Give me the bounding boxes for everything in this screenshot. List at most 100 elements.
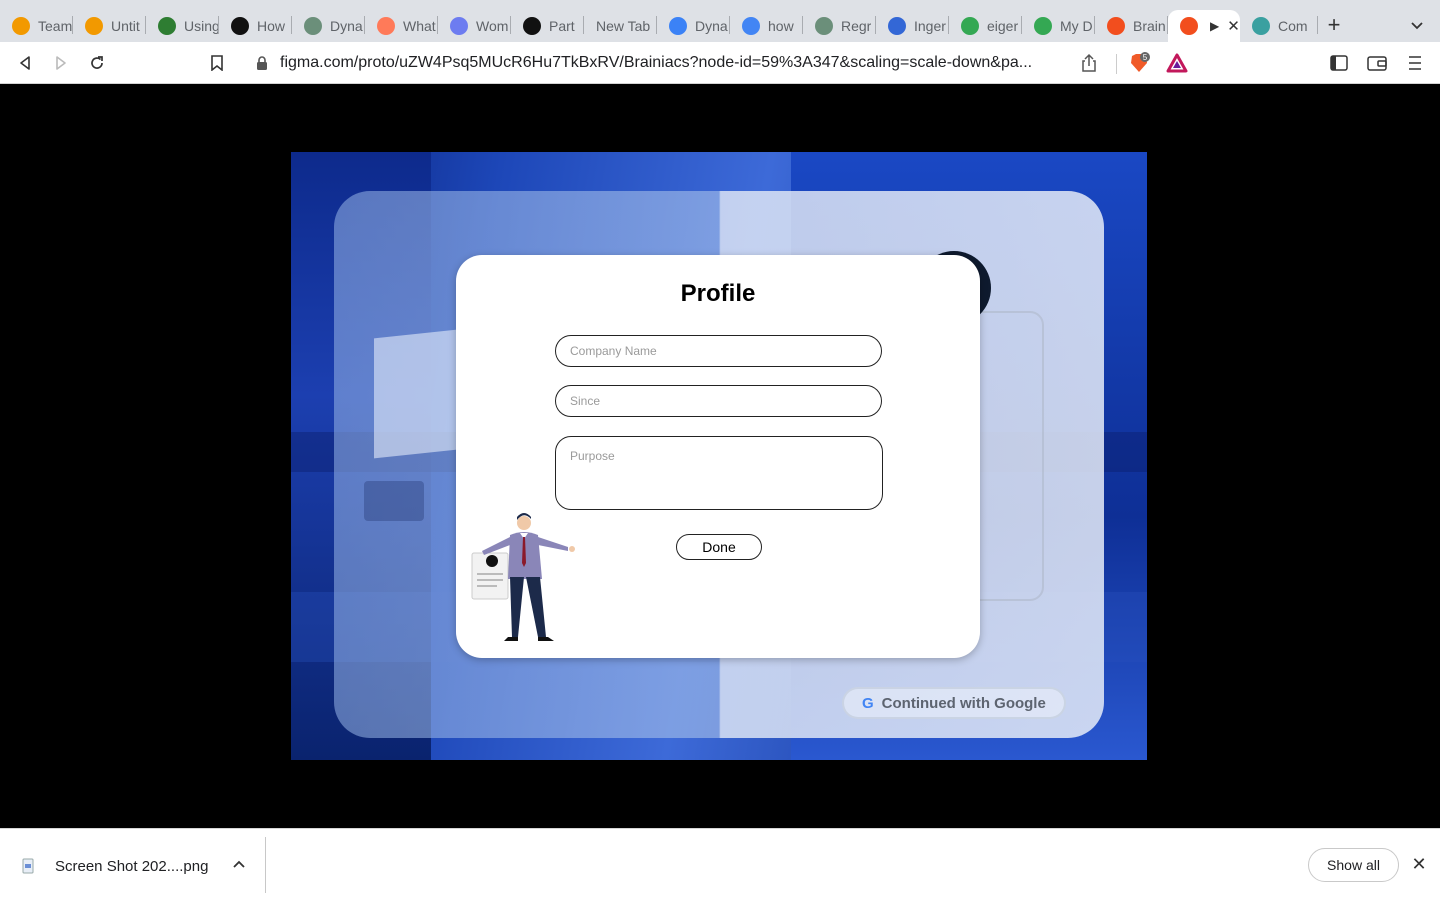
browser-tab[interactable]: Wom: [438, 10, 511, 42]
sidebar-toggle-button[interactable]: [1326, 50, 1352, 76]
wallet-button[interactable]: [1364, 50, 1390, 76]
tab-title: Brain: [1133, 18, 1166, 34]
browser-tab[interactable]: Dyna: [292, 10, 365, 42]
chevron-down-icon: [1411, 22, 1423, 30]
reload-icon: [91, 56, 103, 69]
tab-title: Regr: [841, 18, 872, 34]
since-input[interactable]: [555, 385, 882, 417]
back-icon: [20, 56, 30, 70]
tab-strip: Team Untit Using How Dyna What Wom Part New Tab D…: [0, 0, 1440, 42]
browser-tab[interactable]: New Tab: [584, 10, 657, 42]
play-icon: ▶: [1210, 19, 1220, 33]
brave-rewards-button[interactable]: [1164, 50, 1190, 76]
lock-icon: [257, 56, 267, 70]
show-all-button[interactable]: Show all: [1308, 848, 1399, 882]
page-title: Profile: [680, 280, 756, 307]
tab-title: What: [403, 18, 436, 34]
download-shelf: Screen Shot 202....png Show all ✕: [0, 828, 1440, 900]
play-circle-icon: [231, 17, 249, 35]
google-icon: G: [862, 694, 874, 712]
address-bar[interactable]: figma.com/proto/uZW4Psq5MUcR6Hu7TkBxRV/B…: [242, 48, 1242, 78]
brave-badge: 5: [1143, 53, 1148, 62]
browser-tab[interactable]: Com: [1240, 10, 1318, 42]
tab-title: My D: [1060, 18, 1093, 34]
tab-title: Using: [184, 18, 219, 34]
figma-icon: [1107, 17, 1125, 35]
brave-shields-button[interactable]: 5: [1126, 50, 1152, 76]
purpose-input[interactable]: [555, 436, 883, 510]
close-tab-icon[interactable]: ✕: [1227, 17, 1240, 35]
browser-tab[interactable]: Untit: [73, 10, 146, 42]
prototype-frame: B G Continued with Google Profile Done: [291, 152, 1147, 760]
done-button[interactable]: Done: [676, 534, 762, 560]
browser-tab[interactable]: What: [365, 10, 438, 42]
continue-with-google-button[interactable]: G Continued with Google: [842, 687, 1066, 719]
google-icon: [742, 17, 760, 35]
tab-title: Dyna: [330, 18, 363, 34]
tab-search-button[interactable]: [1404, 14, 1430, 38]
browser-tab[interactable]: Using: [146, 10, 219, 42]
tab-title: Wom: [476, 18, 509, 34]
ghost-icon: [450, 17, 468, 35]
infinity-icon: [12, 17, 30, 35]
sidebar-icon: [1330, 55, 1348, 71]
back-button[interactable]: [12, 50, 38, 76]
page-viewport: B G Continued with Google Profile Done: [0, 85, 1440, 828]
openai-icon: [304, 17, 322, 35]
bars-icon: [523, 17, 541, 35]
forward-button[interactable]: [48, 50, 74, 76]
browser-tab[interactable]: Brain: [1095, 10, 1168, 42]
figma-icon: [1180, 17, 1198, 35]
download-item[interactable]: Screen Shot 202....png: [20, 847, 266, 885]
tab-title: New Tab: [596, 18, 651, 34]
browser-tab[interactable]: Part: [511, 10, 584, 42]
hamburger-menu-icon: [1409, 56, 1421, 70]
browser-tab[interactable]: Inger: [876, 10, 949, 42]
infinity-icon: [85, 17, 103, 35]
url-text: figma.com/proto/uZW4Psq5MUcR6Hu7TkBxRV/B…: [280, 54, 1033, 71]
businessman-illustration: [471, 513, 575, 641]
chevron-up-icon[interactable]: [232, 857, 246, 871]
brave-lion-icon: 5: [1131, 52, 1150, 72]
tab-title: how: [768, 18, 794, 34]
link-icon: [158, 17, 176, 35]
profile-card: Profile Done: [456, 255, 980, 658]
browser-tab[interactable]: How: [219, 10, 292, 42]
background-texture: [364, 481, 424, 521]
browser-tab[interactable]: eiger: [949, 10, 1022, 42]
tab-title: Dyna: [695, 18, 728, 34]
download-file-name: Screen Shot 202....png: [55, 857, 209, 875]
share-icon[interactable]: [1080, 53, 1098, 73]
browser-tab[interactable]: how: [730, 10, 803, 42]
rewards-triangle-icon: [1166, 53, 1188, 73]
hubspot-icon: [377, 17, 395, 35]
close-icon[interactable]: ✕: [1409, 854, 1429, 874]
wallet-icon: [1367, 56, 1387, 71]
drive-icon: [961, 17, 979, 35]
browser-tab[interactable]: Team: [0, 10, 73, 42]
tab-title: eiger: [987, 18, 1019, 34]
company-name-input[interactable]: [555, 335, 882, 367]
browser-tab[interactable]: Dyna: [657, 10, 730, 42]
new-tab-button[interactable]: +: [1321, 12, 1347, 38]
image-file-icon: [22, 858, 34, 874]
doc-icon: [888, 17, 906, 35]
toolbar-divider: [1116, 54, 1117, 74]
bookmark-button[interactable]: [204, 50, 230, 76]
tab-title: Inger: [914, 18, 946, 34]
tab-title: How: [257, 18, 286, 34]
browser-tab[interactable]: ▶ ✕: [1168, 10, 1240, 42]
browser-tab[interactable]: My D: [1022, 10, 1095, 42]
shelf-divider: [265, 837, 266, 893]
tab-title: Part: [549, 18, 575, 34]
chat-icon: [1252, 17, 1270, 35]
reload-button[interactable]: [84, 50, 110, 76]
tab-title: Untit: [111, 18, 140, 34]
bookmark-icon: [211, 55, 223, 71]
ai-icon: [669, 17, 687, 35]
menu-button[interactable]: [1402, 50, 1428, 76]
browser-toolbar: figma.com/proto/uZW4Psq5MUcR6Hu7TkBxRV/B…: [0, 42, 1440, 84]
google-button-label: Continued with Google: [881, 694, 1046, 712]
forward-icon: [56, 56, 66, 70]
browser-tab[interactable]: Regr: [803, 10, 876, 42]
